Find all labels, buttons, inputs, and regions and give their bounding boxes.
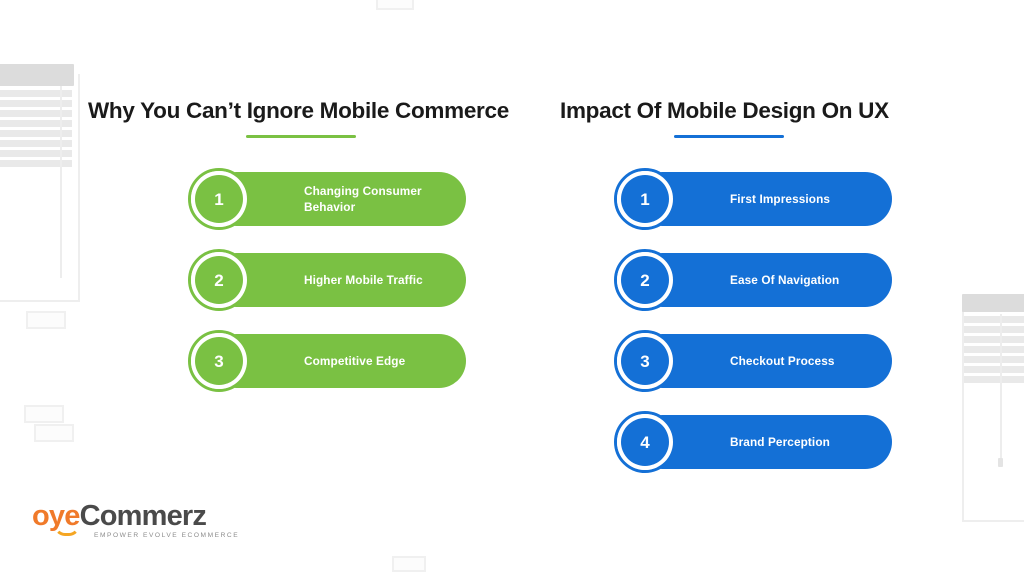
list-item-number: 2 xyxy=(214,270,224,290)
decor-blind-headrail xyxy=(0,64,74,86)
list-item-label: Brand Perception xyxy=(730,434,830,449)
logo-wordmark: oye Commerz xyxy=(32,500,262,536)
heading-underline-right xyxy=(674,135,784,138)
decor-blind-cord xyxy=(60,86,62,278)
decor-blind-frame xyxy=(0,74,80,302)
list-item-label: Competitive Edge xyxy=(304,353,406,368)
list-item-label: Higher Mobile Traffic xyxy=(304,272,423,287)
decor-ghost-rect-left-a xyxy=(26,311,66,329)
list-item-number: 3 xyxy=(214,351,224,371)
list-item[interactable]: Ease Of Navigation 2 xyxy=(614,249,894,311)
list-item-number: 1 xyxy=(214,189,224,209)
list-item-label: Ease Of Navigation xyxy=(730,272,840,287)
badge-core: 1 xyxy=(195,175,243,223)
list-item[interactable]: Higher Mobile Traffic 2 xyxy=(188,249,468,311)
list-item-pill[interactable]: Brand Perception xyxy=(656,415,892,469)
badge-core: 2 xyxy=(621,256,669,304)
decor-blind-headrail xyxy=(962,294,1024,312)
list-item-pill[interactable]: Competitive Edge xyxy=(230,334,466,388)
decor-blind-frame xyxy=(962,304,1024,522)
list-item-pill[interactable]: Changing Consumer Behavior xyxy=(230,172,466,226)
decor-window-blinds-left xyxy=(0,62,84,302)
decor-blind-slats xyxy=(0,90,72,170)
page-title-right: Impact Of Mobile Design On UX xyxy=(560,98,889,123)
list-item-badge: 3 xyxy=(614,330,676,392)
list-item[interactable]: First Impressions 1 xyxy=(614,168,894,230)
list-item-pill[interactable]: Checkout Process xyxy=(656,334,892,388)
list-item-pill[interactable]: Higher Mobile Traffic xyxy=(230,253,466,307)
list-item[interactable]: Competitive Edge 3 xyxy=(188,330,468,392)
decor-blind-slats xyxy=(964,316,1024,386)
list-item-badge: 4 xyxy=(614,411,676,473)
badge-core: 1 xyxy=(621,175,669,223)
badge-core: 3 xyxy=(195,337,243,385)
list-item[interactable]: Changing Consumer Behavior 1 xyxy=(188,168,468,230)
list-item-label: First Impressions xyxy=(730,191,831,206)
list-item-pill[interactable]: Ease Of Navigation xyxy=(656,253,892,307)
decor-ghost-rect-bottom xyxy=(392,556,426,572)
logo-tagline: EMPOWER EVOLVE ECOMMERCE xyxy=(94,532,240,539)
list-item[interactable]: Brand Perception 4 xyxy=(614,411,894,473)
smile-swoosh-icon xyxy=(54,525,80,536)
decor-window-blinds-right xyxy=(958,292,1024,532)
list-item-label: Changing Consumer Behavior xyxy=(304,183,422,214)
logo-brand-second: Commerz xyxy=(79,500,207,532)
heading-underline-left xyxy=(246,135,356,138)
slide-canvas: Why You Can’t Ignore Mobile Commerce Cha… xyxy=(0,0,1024,576)
list-left: Changing Consumer Behavior 1 Higher Mobi… xyxy=(188,168,478,398)
badge-core: 3 xyxy=(621,337,669,385)
decor-blind-cord xyxy=(1000,314,1002,460)
decor-ghost-rect-left-c xyxy=(34,424,74,442)
list-item-badge: 2 xyxy=(614,249,676,311)
decor-ghost-rect-left-b xyxy=(24,405,64,423)
decor-blind-cord-weight xyxy=(998,458,1003,467)
decor-ghost-rect-top xyxy=(376,0,414,10)
badge-core: 2 xyxy=(195,256,243,304)
list-item-number: 2 xyxy=(640,270,650,290)
badge-core: 4 xyxy=(621,418,669,466)
list-item-pill[interactable]: First Impressions xyxy=(656,172,892,226)
list-item-badge: 3 xyxy=(188,330,250,392)
list-item-number: 4 xyxy=(640,432,650,452)
brand-logo: oye Commerz EMPOWER EVOLVE ECOMMERCE xyxy=(32,502,262,548)
list-item[interactable]: Checkout Process 3 xyxy=(614,330,894,392)
list-item-badge: 1 xyxy=(614,168,676,230)
list-item-number: 3 xyxy=(640,351,650,371)
list-item-number: 1 xyxy=(640,189,650,209)
list-item-badge: 2 xyxy=(188,249,250,311)
list-item-label: Checkout Process xyxy=(730,353,835,368)
page-title-left: Why You Can’t Ignore Mobile Commerce xyxy=(88,98,509,123)
list-right: First Impressions 1 Ease Of Navigation 2… xyxy=(614,168,904,480)
list-item-badge: 1 xyxy=(188,168,250,230)
